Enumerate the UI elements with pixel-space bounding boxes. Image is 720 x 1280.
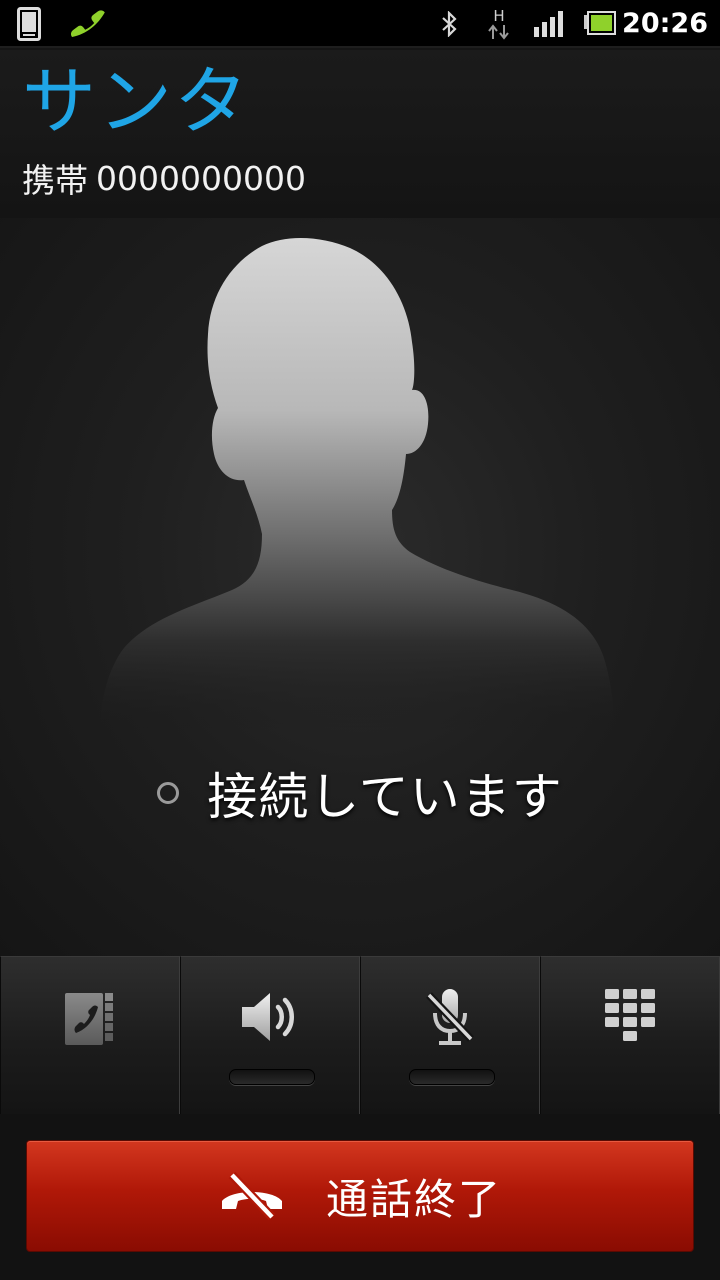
speaker-indicator — [229, 1069, 315, 1085]
call-in-progress-icon — [66, 0, 108, 48]
contact-photo-area: 接続しています — [0, 218, 720, 956]
in-call-controls — [0, 956, 720, 1114]
bluetooth-icon — [438, 0, 460, 48]
contacts-book-icon — [65, 993, 113, 1045]
hang-up-icon — [221, 1171, 282, 1221]
contact-number-row: 携帯 0000000000 — [22, 156, 306, 201]
mute-button[interactable] — [360, 956, 540, 1114]
number-type-label: 携帯 — [22, 161, 88, 200]
mic-muted-icon — [426, 989, 474, 1045]
network-type-label: H — [493, 6, 505, 25]
contact-silhouette-icon — [100, 237, 614, 730]
contacts-button[interactable] — [0, 956, 180, 1114]
end-call-label: 通話終了 — [325, 1174, 502, 1224]
dialpad-icon — [605, 989, 655, 1041]
connecting-indicator-icon — [157, 782, 180, 804]
call-status: 接続しています — [0, 758, 720, 828]
status-bar: H 20:26 — [0, 0, 720, 48]
signal-icon — [532, 0, 566, 48]
contact-header: サンタ 携帯 0000000000 — [0, 50, 720, 218]
dialpad-button[interactable] — [540, 956, 720, 1114]
phone-device-icon — [14, 0, 44, 48]
data-arrows-icon: H — [484, 0, 514, 48]
contact-name: サンタ — [22, 59, 250, 145]
end-call-button[interactable]: 通話終了 — [26, 1140, 694, 1252]
speaker-icon — [242, 993, 294, 1041]
end-call-area: 通話終了 — [0, 1114, 720, 1280]
in-call-screen: H 20:26 サンタ 携帯 0000000000 接続しています 通話終了 — [0, 0, 720, 1280]
phone-number: 0000000000 — [96, 158, 306, 198]
status-bar-clock: 20:26 — [622, 8, 708, 39]
mute-indicator — [409, 1069, 495, 1085]
speaker-button[interactable] — [180, 956, 360, 1114]
call-status-text: 接続しています — [207, 768, 563, 826]
battery-icon — [582, 0, 618, 48]
